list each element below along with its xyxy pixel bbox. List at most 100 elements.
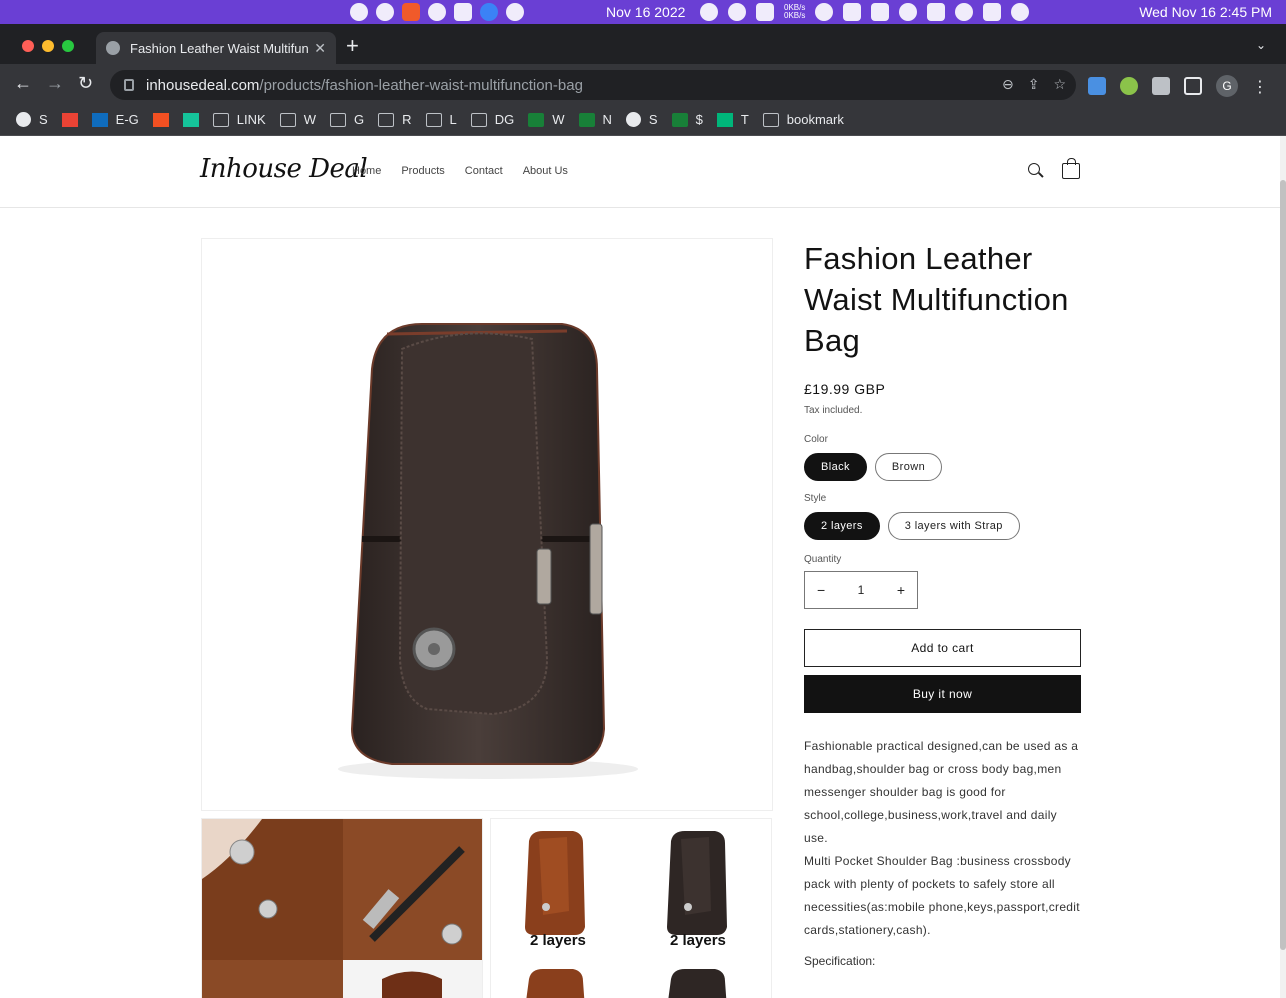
folder-icon	[470, 112, 487, 127]
bell-icon[interactable]	[376, 3, 394, 21]
buy-now-button[interactable]: Buy it now	[804, 675, 1081, 713]
search-icon[interactable]	[1028, 163, 1044, 179]
reload-icon[interactable]: ↻	[78, 74, 93, 92]
nav-about-us[interactable]: About Us	[523, 165, 568, 177]
send-icon[interactable]	[728, 3, 746, 21]
bookmark-item[interactable]: N	[578, 112, 612, 127]
chevron-down-icon[interactable]: ⌄	[1256, 38, 1266, 52]
bookmark-item[interactable]	[182, 112, 199, 127]
keyboard-icon[interactable]	[927, 3, 946, 21]
zoom-window-button[interactable]	[62, 40, 74, 52]
network-speed[interactable]: 0KB/s 0KB/s	[784, 4, 805, 20]
menubar-clock[interactable]: Wed Nov 16 2:45 PM	[1139, 4, 1272, 20]
bookmark-item[interactable]: T	[716, 112, 749, 127]
bookmark-item[interactable]: E-G	[91, 112, 139, 127]
product-thumbnail-closeup[interactable]	[201, 818, 483, 998]
close-window-button[interactable]	[22, 40, 34, 52]
product-thumbnail-variants[interactable]: 2 layers 2 layers	[490, 818, 772, 998]
main-product-image[interactable]	[201, 238, 773, 811]
folder-icon	[425, 112, 442, 127]
variants-image	[525, 831, 727, 998]
browser-toolbar: ← → ↻ inhousedeal.com /products/fashion-…	[0, 64, 1286, 104]
bookmark-item[interactable]: R	[378, 112, 412, 127]
cart-icon[interactable]	[1062, 158, 1080, 179]
bookmark-item[interactable]: S	[625, 112, 658, 127]
battery-icon[interactable]	[871, 3, 890, 21]
bookmark-item[interactable]: W	[279, 112, 316, 127]
extension-icon[interactable]	[1120, 77, 1138, 95]
forward-arrow-icon[interactable]: →	[46, 74, 64, 92]
outlook-icon	[91, 112, 108, 127]
site-logo[interactable]: Inhouse Deal	[200, 154, 368, 184]
address-bar[interactable]: inhousedeal.com /products/fashion-leathe…	[110, 70, 1076, 100]
bookmark-item[interactable]: LINK	[212, 112, 266, 127]
sheets-icon	[671, 112, 688, 127]
color-option-brown[interactable]: Brown	[874, 453, 943, 481]
description-paragraph: Fashionable practical designed,can be us…	[804, 739, 1079, 845]
puzzle-icon[interactable]	[1152, 77, 1170, 95]
bookmark-item[interactable]	[61, 112, 78, 127]
product-title: Fashion Leather Waist Multifunction Bag	[804, 241, 1069, 358]
nav-products[interactable]: Products	[401, 165, 444, 177]
lock-icon[interactable]	[124, 79, 134, 91]
nav-home[interactable]: Home	[352, 165, 381, 177]
active-tab[interactable]: Fashion Leather Waist Multifunction Bag …	[96, 32, 336, 64]
new-tab-button[interactable]: +	[346, 35, 359, 57]
kebab-menu-icon[interactable]: ⋮	[1252, 77, 1268, 96]
browser-tab-bar: Fashion Leather Waist Multifunction Bag …	[0, 24, 1286, 64]
style-option-2-layers[interactable]: 2 layers	[804, 512, 880, 540]
bookmark-item[interactable]: S	[16, 112, 48, 127]
script-icon[interactable]	[454, 3, 472, 21]
web-page: Inhouse Deal Home Products Contact About…	[0, 136, 1280, 998]
share-icon[interactable]: ⇪	[1028, 76, 1040, 93]
scrollbar-thumb[interactable]	[1280, 180, 1286, 950]
add-to-cart-button[interactable]: Add to cart	[804, 629, 1081, 667]
teamviewer-icon[interactable]	[480, 3, 498, 21]
wechat-icon[interactable]	[428, 3, 446, 21]
control-center-icon[interactable]	[983, 3, 1002, 21]
bookmark-label: LINK	[236, 112, 266, 127]
download-icon[interactable]	[1088, 77, 1106, 95]
siri-icon[interactable]	[1011, 3, 1030, 21]
bookmark-item[interactable]: bookmark	[762, 112, 844, 127]
avatar[interactable]: G	[1216, 75, 1238, 97]
cow-icon[interactable]	[506, 3, 524, 21]
time-machine-icon[interactable]	[815, 3, 834, 21]
color-label: Color	[804, 434, 828, 445]
zoom-icon[interactable]: ⊖	[1002, 76, 1014, 93]
spotlight-icon[interactable]	[955, 3, 974, 21]
bookmark-label: $	[695, 112, 703, 127]
main-nav: Home Products Contact About Us	[352, 165, 568, 177]
bookmark-item[interactable]: $	[671, 112, 703, 127]
quantity-input[interactable]: 1	[858, 583, 865, 597]
wifi-icon[interactable]	[899, 3, 918, 21]
bookmark-item[interactable]: L	[425, 112, 457, 127]
gmail-icon	[61, 112, 78, 127]
menubar-date[interactable]: Nov 16 2022	[606, 4, 685, 20]
quantity-label: Quantity	[804, 554, 842, 565]
app-icon[interactable]	[402, 3, 420, 21]
increase-quantity-button[interactable]: +	[897, 582, 905, 598]
bookmark-item[interactable]: G	[329, 112, 364, 127]
sidebar-icon[interactable]	[1184, 77, 1202, 95]
bookmark-item[interactable]: DG	[470, 112, 514, 127]
omnibox-actions: ⊖ ⇪ ☆	[1002, 76, 1066, 93]
color-option-black[interactable]: Black	[804, 453, 867, 481]
minimize-window-button[interactable]	[42, 40, 54, 52]
cat-icon[interactable]	[756, 3, 774, 21]
description-paragraph: Multi Pocket Shoulder Bag :business cros…	[804, 854, 1080, 937]
menubar-app-icons	[350, 3, 524, 21]
back-arrow-icon[interactable]: ←	[14, 74, 32, 92]
sheets-icon	[528, 112, 545, 127]
line-icon[interactable]	[350, 3, 368, 21]
bookmark-item[interactable]: W	[528, 112, 565, 127]
page-scrollbar[interactable]	[1280, 136, 1286, 998]
decrease-quantity-button[interactable]: −	[817, 582, 825, 598]
style-option-3-layers[interactable]: 3 layers with Strap	[887, 512, 1020, 540]
bookmark-item[interactable]	[152, 112, 169, 127]
check-icon[interactable]	[700, 3, 718, 21]
flag-icon[interactable]	[843, 3, 862, 21]
nav-contact[interactable]: Contact	[465, 165, 503, 177]
star-icon[interactable]: ☆	[1053, 76, 1066, 93]
close-icon[interactable]: ✕	[314, 40, 326, 57]
